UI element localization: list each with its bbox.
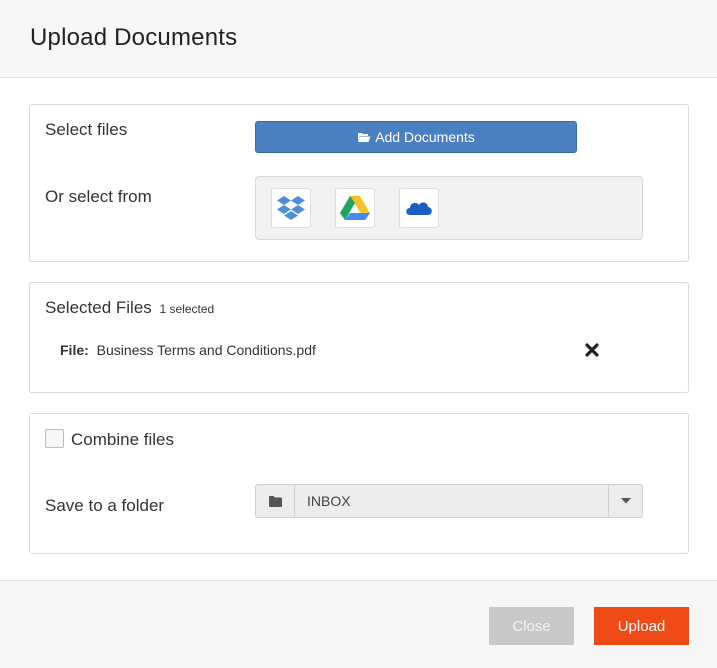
file-prefix: File: [60, 342, 89, 358]
dropdown-caret[interactable] [608, 485, 642, 517]
or-select-from-label: Or select from [45, 187, 152, 206]
selected-files-heading: Selected Files 1 selected [45, 298, 214, 318]
add-documents-label: Add Documents [375, 129, 475, 145]
save-folder-label: Save to a folder [45, 496, 165, 515]
close-button[interactable]: Close [489, 607, 574, 645]
cloud-sources [255, 176, 643, 240]
dialog-footer: Close Upload [0, 580, 717, 668]
onedrive-button[interactable] [399, 188, 439, 228]
add-documents-button[interactable]: Add Documents [255, 121, 577, 153]
dialog-title: Upload Documents [30, 24, 238, 51]
options-panel: Combine files Save to a folder INBOX [29, 413, 689, 554]
combine-files-checkbox[interactable] [45, 429, 64, 448]
dropbox-button[interactable] [271, 188, 311, 228]
folder-icon [268, 495, 282, 507]
selected-count: 1 selected [159, 302, 215, 316]
file-name: Business Terms and Conditions.pdf [96, 342, 316, 358]
folder-open-icon [358, 133, 371, 142]
upload-button[interactable]: Upload [594, 607, 689, 645]
folder-select-value: INBOX [307, 493, 351, 509]
selected-files-title: Selected Files [45, 298, 152, 317]
dropbox-icon [277, 196, 305, 220]
google-drive-icon [340, 196, 370, 220]
selected-files-panel: Selected Files 1 selected File: Business… [29, 282, 689, 393]
folder-select[interactable]: INBOX [255, 484, 643, 518]
combine-files-label: Combine files [71, 430, 174, 449]
dialog-header: Upload Documents [0, 0, 717, 78]
file-row: File: Business Terms and Conditions.pdf [60, 342, 316, 358]
select-files-panel: Select files Add Documents Or select fro… [29, 104, 689, 262]
remove-file-icon[interactable] [584, 342, 600, 358]
folder-select-icon-box [256, 485, 295, 517]
select-files-label: Select files [45, 120, 128, 139]
onedrive-icon [406, 202, 432, 215]
chevron-down-icon [620, 498, 631, 504]
google-drive-button[interactable] [335, 188, 375, 228]
